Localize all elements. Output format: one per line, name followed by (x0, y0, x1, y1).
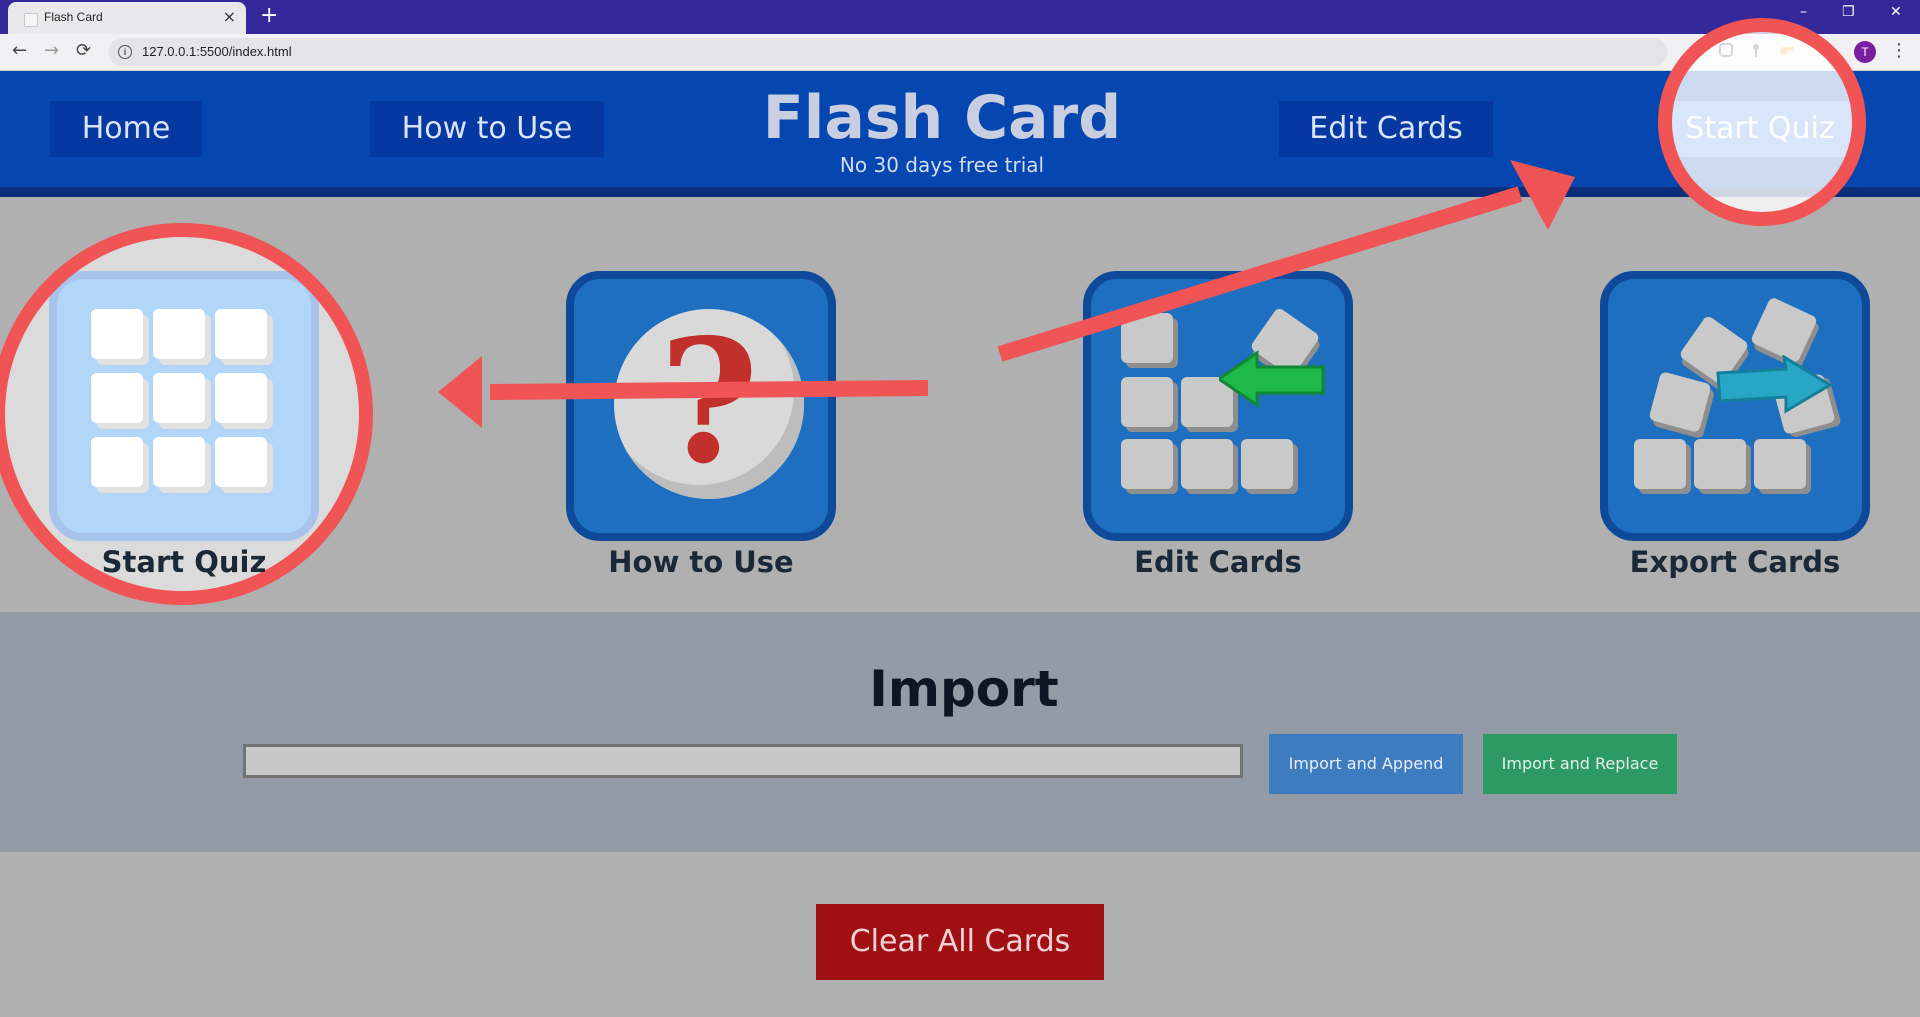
grid-cards-icon[interactable] (49, 271, 319, 541)
tab-title: Flash Card (44, 10, 103, 24)
address-bar[interactable]: i 127.0.0.1:5500/index.html (108, 38, 1668, 66)
question-mark-icon[interactable]: ? (566, 271, 836, 541)
import-replace-button[interactable]: Import and Replace (1483, 734, 1677, 794)
site-info-icon[interactable]: i (118, 45, 132, 59)
nav-home-button[interactable]: Home (50, 101, 202, 157)
extension-key-icon[interactable] (1778, 42, 1794, 58)
export-cards-icon[interactable] (1600, 271, 1870, 541)
nav-start-quiz-button[interactable]: Start Quiz (1664, 101, 1856, 157)
extension-puzzle-icon[interactable] (1718, 42, 1734, 58)
tile-label: Export Cards (1629, 545, 1841, 579)
import-text-input[interactable] (243, 744, 1243, 778)
import-title: Import (869, 660, 1059, 718)
restore-icon[interactable]: ❐ (1842, 4, 1855, 20)
tile-how-to-use[interactable]: ? How to Use (566, 271, 836, 579)
browser-toolbar: ← → ⟳ i 127.0.0.1:5500/index.html T ⋮ (0, 34, 1920, 71)
browser-tab-bar: Flash Card × + – ❐ ✕ (0, 0, 1920, 34)
reload-icon[interactable]: ⟳ (76, 40, 91, 62)
nav-how-to-use-button[interactable]: How to Use (370, 101, 604, 157)
close-window-icon[interactable]: ✕ (1890, 4, 1902, 20)
forward-arrow-icon[interactable]: → (44, 40, 59, 62)
import-append-button[interactable]: Import and Append (1269, 734, 1463, 794)
import-section: Import Import and Append Import and Repl… (0, 612, 1920, 852)
edit-cards-icon[interactable] (1083, 271, 1353, 541)
minimize-icon[interactable]: – (1800, 4, 1807, 20)
tile-export-cards[interactable]: Export Cards (1600, 271, 1870, 579)
key-icon[interactable] (1748, 42, 1764, 58)
site-subtitle: No 30 days free trial (839, 153, 1045, 177)
site-header: Home How to Use Flash Card No 30 days fr… (0, 71, 1920, 197)
tile-label: Edit Cards (1134, 545, 1302, 579)
nav-edit-cards-button[interactable]: Edit Cards (1279, 101, 1493, 157)
tile-label: How to Use (608, 545, 794, 579)
tab-close-icon[interactable]: × (223, 7, 236, 26)
browser-menu-icon[interactable]: ⋮ (1890, 40, 1908, 61)
site-title: Flash Card (762, 83, 1122, 153)
tile-start-quiz[interactable]: Start Quiz (49, 271, 319, 579)
new-tab-button[interactable]: + (260, 4, 278, 28)
browser-tab[interactable]: Flash Card × (8, 2, 246, 34)
tile-label: Start Quiz (101, 545, 267, 579)
url-text: 127.0.0.1:5500/index.html (142, 44, 292, 59)
tile-edit-cards[interactable]: Edit Cards (1083, 271, 1353, 579)
profile-avatar[interactable]: T (1854, 41, 1876, 63)
page-favicon-icon (24, 13, 38, 27)
back-arrow-icon[interactable]: ← (12, 40, 27, 62)
clear-all-cards-button[interactable]: Clear All Cards (816, 904, 1104, 980)
